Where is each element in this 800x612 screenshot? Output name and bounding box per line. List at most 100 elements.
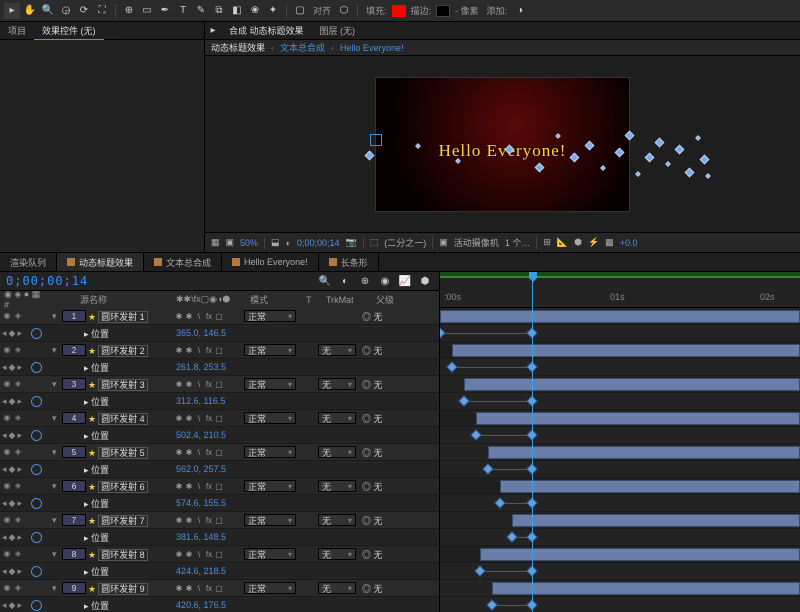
lock-toggle-icon[interactable]: [35, 549, 45, 559]
layer-bar-row[interactable]: [440, 308, 800, 325]
parent-dropdown[interactable]: ◎ 无: [362, 378, 407, 391]
solo-toggle-icon[interactable]: [24, 413, 34, 423]
keyframe-row[interactable]: [440, 325, 800, 342]
quality-icon[interactable]: \: [194, 584, 204, 593]
layer-row[interactable]: ◉◈▾3★圆环发射 3✱✱\fx▢正常无◎ 无: [0, 376, 439, 393]
track-matte-dropdown[interactable]: 无: [318, 378, 356, 390]
audio-toggle-icon[interactable]: ◈: [13, 583, 23, 593]
layer-bar-row[interactable]: [440, 512, 800, 529]
track-matte-dropdown[interactable]: 无: [318, 582, 356, 594]
blend-mode-dropdown[interactable]: 正常: [244, 480, 296, 492]
audio-toggle-icon[interactable]: ◈: [13, 549, 23, 559]
frame-blend-icon[interactable]: ▢: [214, 448, 224, 457]
layer-name[interactable]: ★圆环发射 1: [86, 310, 174, 323]
layer-row[interactable]: ◉◈▾7★圆环发射 7✱✱\fx▢正常无◎ 无: [0, 512, 439, 529]
col-parent[interactable]: 父级: [376, 293, 426, 306]
video-toggle-icon[interactable]: ◉: [2, 481, 12, 491]
keyframe-row[interactable]: [440, 461, 800, 478]
layer-row[interactable]: ◉◈▾8★圆环发射 8✱✱\fx▢正常无◎ 无: [0, 546, 439, 563]
layer-bar[interactable]: [464, 378, 800, 391]
twirl-icon[interactable]: ▾: [52, 413, 62, 424]
video-toggle-icon[interactable]: ◉: [2, 311, 12, 321]
collapse-icon[interactable]: ✱: [184, 414, 194, 423]
keyframe-row[interactable]: [440, 563, 800, 580]
collapse-icon[interactable]: ✱: [184, 380, 194, 389]
collapse-icon[interactable]: ✱: [184, 482, 194, 491]
shy-icon[interactable]: ✱: [174, 584, 184, 593]
collapse-icon[interactable]: ✱: [184, 312, 194, 321]
breadcrumb-item[interactable]: 动态标题效果: [211, 41, 265, 54]
property-value[interactable]: 365.0, 146.5: [176, 328, 226, 338]
views-dropdown[interactable]: 1 个…: [505, 236, 531, 249]
track-matte-dropdown[interactable]: 无: [318, 548, 356, 560]
audio-toggle-icon[interactable]: ◈: [13, 515, 23, 525]
add-keyframe-icon[interactable]: ◆: [9, 396, 16, 407]
collapse-icon[interactable]: ✱: [184, 516, 194, 525]
lock-toggle-icon[interactable]: [35, 481, 45, 491]
property-row[interactable]: ◂◆▸ ▸ 位置502.4, 210.5: [0, 427, 439, 444]
parent-dropdown[interactable]: ◎ 无: [362, 412, 407, 425]
layer-bar[interactable]: [480, 548, 800, 561]
layer-name[interactable]: ★圆环发射 3: [86, 378, 174, 391]
col-mode[interactable]: 模式: [246, 293, 306, 306]
layer-row[interactable]: ◉◈▾4★圆环发射 4✱✱\fx▢正常无◎ 无: [0, 410, 439, 427]
layer-bar[interactable]: [492, 582, 800, 595]
snap-icon[interactable]: ▢: [292, 3, 308, 19]
prev-keyframe-icon[interactable]: ◂: [2, 396, 7, 407]
add-menu-icon[interactable]: ◑: [512, 3, 528, 19]
video-toggle-icon[interactable]: ◉: [2, 583, 12, 593]
breadcrumb-item[interactable]: Hello Everyone!: [340, 43, 404, 53]
keyframe-icon[interactable]: [440, 327, 446, 338]
preview-timecode[interactable]: 0;00;00;14: [297, 238, 340, 248]
solo-toggle-icon[interactable]: [24, 447, 34, 457]
lock-toggle-icon[interactable]: [35, 413, 45, 423]
col-switches[interactable]: ✱✱\fx▢◉◑⬢: [176, 294, 246, 305]
next-keyframe-icon[interactable]: ▸: [17, 600, 22, 611]
layer-row[interactable]: ◉◈▾9★圆环发射 9✱✱\fx▢正常无◎ 无: [0, 580, 439, 597]
parent-dropdown[interactable]: ◎ 无: [362, 310, 407, 323]
guides-icon[interactable]: ⊞: [543, 237, 551, 248]
res-half-icon[interactable]: ⬓: [271, 237, 280, 248]
shy-icon[interactable]: ✱: [174, 414, 184, 423]
keyframe-icon[interactable]: [486, 599, 497, 610]
layer-bar-row[interactable]: [440, 444, 800, 461]
next-keyframe-icon[interactable]: ▸: [17, 396, 22, 407]
video-toggle-icon[interactable]: ◉: [2, 549, 12, 559]
breadcrumb-item[interactable]: 文本总合成: [280, 41, 325, 54]
shy-icon[interactable]: ✱: [174, 550, 184, 559]
prev-keyframe-icon[interactable]: ◂: [2, 566, 7, 577]
current-time-indicator-line[interactable]: [532, 308, 533, 612]
track-matte-dropdown[interactable]: 无: [318, 344, 356, 356]
next-keyframe-icon[interactable]: ▸: [17, 362, 22, 373]
twirl-icon[interactable]: ▾: [52, 549, 62, 560]
fx-icon[interactable]: fx: [204, 312, 214, 321]
next-keyframe-icon[interactable]: ▸: [17, 464, 22, 475]
frame-blend-icon[interactable]: ▢: [214, 584, 224, 593]
keyframe-icon[interactable]: [494, 497, 505, 508]
keyframe-row[interactable]: [440, 393, 800, 410]
video-toggle-icon[interactable]: ◉: [2, 413, 12, 423]
layer-row[interactable]: ◉◈▾2★圆环发射 2✱✱\fx▢正常无◎ 无: [0, 342, 439, 359]
collapse-icon[interactable]: ✱: [184, 550, 194, 559]
fx-icon[interactable]: ⊕: [357, 273, 373, 289]
lock-toggle-icon[interactable]: [35, 515, 45, 525]
ruler-icon[interactable]: 📐: [557, 237, 568, 248]
stopwatch-icon[interactable]: [31, 566, 42, 577]
track-matte-dropdown[interactable]: 无: [318, 412, 356, 424]
frame-blend-icon[interactable]: ▢: [214, 312, 224, 321]
keyframe-row[interactable]: [440, 427, 800, 444]
layer-bar[interactable]: [440, 310, 800, 323]
frame-blend-icon[interactable]: ▢: [214, 516, 224, 525]
channel-icon[interactable]: ◐: [286, 238, 291, 248]
twirl-icon[interactable]: ▾: [52, 379, 62, 390]
add-keyframe-icon[interactable]: ◆: [9, 328, 16, 339]
keyframe-row[interactable]: [440, 529, 800, 546]
fill-color-swatch[interactable]: [392, 5, 406, 17]
blend-mode-dropdown[interactable]: 正常: [244, 582, 296, 594]
lock-toggle-icon[interactable]: [35, 345, 45, 355]
fx-icon[interactable]: fx: [204, 414, 214, 423]
rotate-tool-icon[interactable]: ⟳: [76, 3, 92, 19]
mb-icon[interactable]: ◉: [377, 273, 393, 289]
draft3d-icon[interactable]: ⬢: [417, 273, 433, 289]
collapse-icon[interactable]: ✱: [184, 448, 194, 457]
